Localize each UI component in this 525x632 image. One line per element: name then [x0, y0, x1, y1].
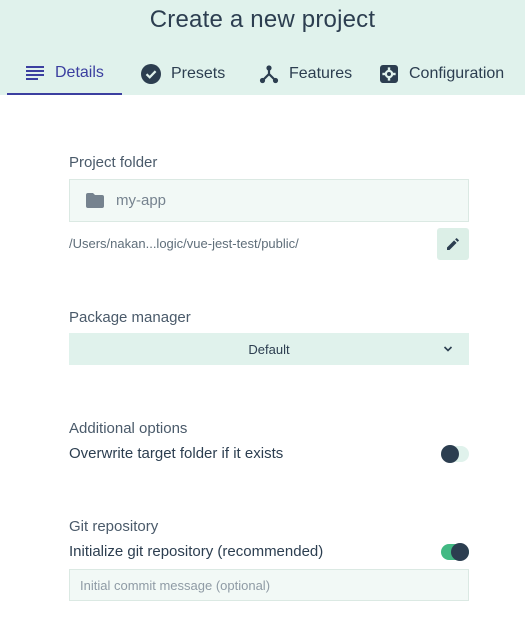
project-folder-label: Project folder [69, 154, 158, 171]
pencil-icon [447, 238, 459, 250]
package-manager-select[interactable]: Default [69, 333, 469, 365]
overwrite-folder-toggle[interactable] [441, 445, 469, 463]
tab-details[interactable]: Details [7, 52, 122, 95]
init-git-label: Initialize git repository (recommended) [69, 543, 324, 560]
page-title: Create a new project [149, 6, 376, 33]
tab-details-label: Details [55, 63, 104, 81]
tab-presets-label: Presets [171, 64, 226, 82]
toggle-knob [441, 445, 459, 463]
commit-message-input[interactable] [69, 569, 469, 601]
check-circle-icon [140, 63, 162, 85]
list-icon [24, 62, 46, 84]
tab-configuration[interactable]: Configuration [373, 52, 523, 95]
page-header: Create a new project Details Presets Fea… [0, 0, 525, 95]
tab-configuration-label: Configuration [409, 64, 505, 82]
package-manager-value: Default [248, 341, 290, 357]
tab-features-label: Features [289, 64, 353, 82]
package-manager-label: Package manager [69, 309, 191, 326]
tab-bar: Details Presets Features Configuration [7, 52, 523, 95]
folder-icon [86, 192, 104, 209]
fork-icon [258, 63, 280, 85]
toggle-knob [451, 543, 469, 561]
init-git-toggle[interactable] [441, 543, 469, 561]
project-path: /Users/nakan...logic/vue-jest-test/publi… [69, 236, 299, 251]
project-folder-value: my-app [116, 192, 167, 209]
project-folder-input[interactable]: my-app [69, 179, 469, 222]
tab-features[interactable]: Features [248, 52, 373, 95]
chevron-down-icon [441, 342, 455, 356]
overwrite-folder-label: Overwrite target folder if it exists [69, 445, 284, 462]
git-repository-label: Git repository [69, 518, 159, 535]
settings-gear-icon [378, 63, 400, 85]
additional-options-label: Additional options [69, 420, 188, 437]
edit-path-button[interactable] [437, 228, 469, 260]
tab-presets[interactable]: Presets [122, 52, 248, 95]
